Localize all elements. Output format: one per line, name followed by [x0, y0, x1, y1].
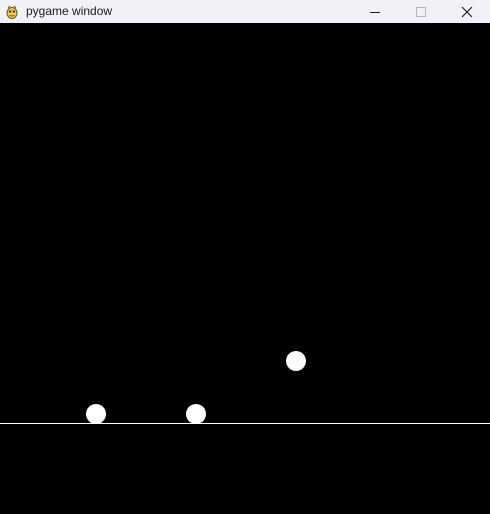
maximize-button[interactable] [398, 0, 444, 23]
ball [286, 351, 306, 371]
ball [186, 404, 206, 424]
close-icon [461, 6, 473, 17]
pygame-window: pygame window [0, 0, 490, 514]
close-button[interactable] [444, 0, 490, 23]
window-title: pygame window [26, 4, 113, 18]
ball [86, 404, 106, 424]
title-bar[interactable]: pygame window [0, 0, 490, 23]
game-canvas[interactable] [0, 23, 490, 514]
minimize-icon [370, 11, 380, 13]
minimize-button[interactable] [352, 0, 398, 23]
maximize-icon [416, 6, 426, 17]
window-controls [352, 0, 490, 23]
pygame-snake-icon [4, 4, 20, 20]
ground-line [0, 423, 490, 424]
